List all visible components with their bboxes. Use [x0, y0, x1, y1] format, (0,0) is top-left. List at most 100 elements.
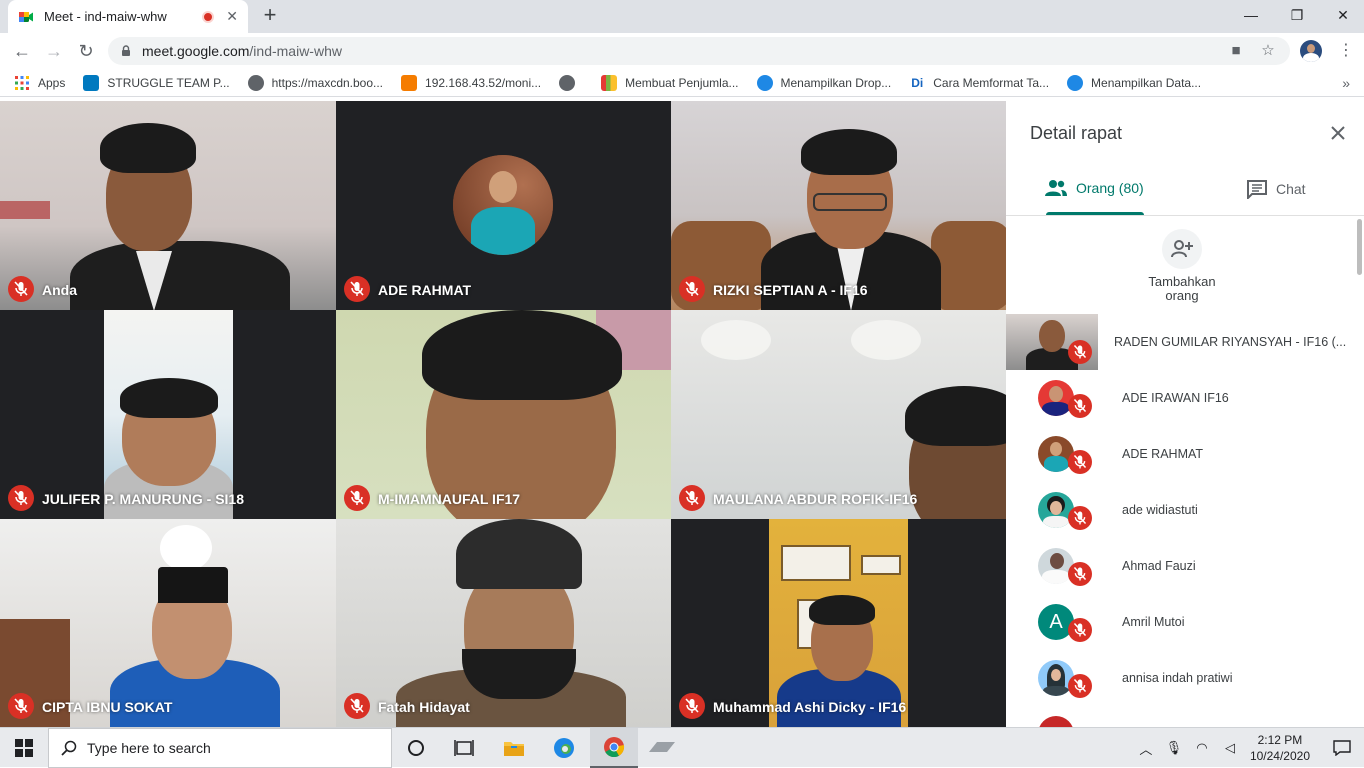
bookmark-maxcdn[interactable]: https://maxcdn.boo...	[247, 74, 383, 91]
forward-arrow-icon[interactable]: →	[42, 39, 66, 63]
microphone-icon[interactable]: 🎙	[1163, 740, 1185, 756]
participant-name: Fatah Hidayat	[378, 699, 470, 715]
avatar	[1038, 716, 1074, 727]
cortana-icon[interactable]	[392, 728, 440, 768]
edge-browser-icon[interactable]	[540, 728, 588, 768]
bookmark-globe[interactable]	[559, 74, 583, 91]
back-arrow-icon[interactable]: ←	[10, 39, 34, 63]
bookmark-penjumlahan[interactable]: Membuat Penjumla...	[601, 74, 739, 91]
notification-icon[interactable]	[1320, 740, 1364, 756]
participant-row[interactable]: ADE RAHMAT	[1006, 426, 1358, 482]
clock-date: 10/24/2020	[1249, 749, 1310, 763]
participant-name: JULIFER P. MANURUNG - SI18	[42, 491, 244, 507]
clock[interactable]: 2:12 PM 10/24/2020	[1250, 732, 1310, 764]
mic-off-icon	[1068, 450, 1092, 474]
search-icon	[61, 740, 77, 756]
tab-people[interactable]: Orang (80)	[1044, 179, 1144, 197]
bookmark-dropdown[interactable]: Menampilkan Drop...	[756, 74, 891, 91]
video-tile[interactable]: Fatah Hidayat	[336, 519, 671, 727]
bookmark-struggle-team[interactable]: STRUGGLE TEAM P...	[83, 74, 230, 91]
participant-list-name: annisa indah pratiwi	[1122, 671, 1233, 685]
mic-off-icon	[344, 276, 370, 302]
tab-close-icon[interactable]: ✕	[226, 8, 238, 25]
video-tile[interactable]: M-IMAMNAUFAL IF17	[336, 310, 671, 519]
windows-start-icon[interactable]	[0, 728, 48, 768]
meeting-details-panel: Detail rapat Orang (80) Chat Tambahkan o…	[1006, 101, 1364, 727]
site-icon	[1067, 74, 1084, 91]
wifi-icon[interactable]: ◠	[1191, 740, 1213, 756]
participant-list-name: ade widiastuti	[1122, 503, 1198, 517]
panel-scrollbar[interactable]	[1357, 219, 1362, 275]
window-close-icon[interactable]: ✕	[1320, 4, 1364, 26]
meet-favicon-icon	[19, 11, 33, 22]
video-tile[interactable]: JULIFER P. MANURUNG - SI18	[0, 310, 336, 519]
profile-avatar[interactable]	[1300, 40, 1322, 62]
site-icon	[756, 74, 773, 91]
bookmarks-overflow-icon[interactable]: »	[1342, 75, 1350, 91]
restore-icon[interactable]: ❐	[1274, 4, 1320, 26]
apps-grid-icon	[15, 75, 29, 90]
mic-off-icon	[1068, 506, 1092, 530]
clock-time: 2:12 PM	[1257, 733, 1303, 747]
bookmark-router[interactable]: 192.168.43.52/moni...	[401, 74, 541, 91]
participant-list-name: Ahmad Fauzi	[1122, 559, 1196, 573]
mic-off-icon	[344, 693, 370, 719]
chrome-icon[interactable]	[590, 728, 638, 768]
tab-divider	[1006, 215, 1364, 216]
participant-row[interactable]: RADEN GUMILAR RIYANSYAH - IF16 (...	[1006, 314, 1358, 370]
video-tile[interactable]: CIPTA IBNU SOKAT	[0, 519, 336, 727]
bookmark-apps[interactable]: Apps	[14, 75, 65, 91]
video-tile[interactable]: ADE RAHMAT	[336, 101, 671, 310]
mic-off-icon	[679, 485, 705, 511]
chevron-up-icon[interactable]: ︿	[1135, 739, 1157, 758]
url-text: meet.google.com/ind-maiw-whw	[142, 43, 342, 59]
reload-icon[interactable]: ↻	[74, 39, 98, 63]
participant-list-name: ADE RAHMAT	[1122, 447, 1204, 461]
video-tile[interactable]: Muhammad Ashi Dicky - IF16	[671, 519, 1006, 727]
video-tile[interactable]: MAULANA ABDUR ROFIK-IF16	[671, 310, 1006, 519]
app-window-icon[interactable]	[638, 728, 686, 768]
browser-tab-strip: Meet - ind-maiw-whw ✕ + — ❐ ✕	[0, 0, 1364, 33]
participant-row[interactable]: annisa indah pratiwi	[1006, 650, 1358, 706]
bookmark-star-icon[interactable]: ☆	[1258, 41, 1278, 61]
di-icon: Di	[909, 74, 926, 91]
participant-name: Anda	[42, 282, 77, 298]
participant-row[interactable]: ADE IRAWAN IF16	[1006, 370, 1358, 426]
mic-off-icon	[1068, 674, 1092, 698]
participant-name: Muhammad Ashi Dicky - IF16	[713, 699, 907, 715]
file-explorer-icon[interactable]	[490, 728, 538, 768]
address-bar[interactable]: meet.google.com/ind-maiw-whw ■ ☆	[108, 37, 1290, 65]
minimize-icon[interactable]: —	[1228, 4, 1274, 26]
volume-icon[interactable]: ◁	[1219, 740, 1241, 756]
participant-row[interactable]	[1006, 706, 1358, 727]
bookmark-data[interactable]: Menampilkan Data...	[1067, 74, 1201, 91]
participant-row[interactable]: ade widiastuti	[1006, 482, 1358, 538]
browser-menu-icon[interactable]: ⋮	[1336, 39, 1356, 63]
new-tab-button[interactable]: +	[258, 4, 282, 28]
panel-title: Detail rapat	[1030, 123, 1123, 143]
participant-list-name: ADE IRAWAN IF16	[1122, 391, 1229, 405]
participant-avatar	[453, 155, 553, 255]
task-view-icon[interactable]	[440, 728, 488, 768]
recording-indicator-icon	[202, 10, 215, 23]
participant-name: RIZKI SEPTIAN A - IF16	[713, 282, 868, 298]
bookmarks-bar: Apps STRUGGLE TEAM P... https://maxcdn.b…	[0, 69, 1364, 97]
taskbar-search-input[interactable]: Type here to search	[48, 728, 392, 768]
video-tile[interactable]: Anda	[0, 101, 336, 310]
tab-chat[interactable]: Chat	[1246, 179, 1306, 199]
video-tile[interactable]: RIZKI SEPTIAN A - IF16	[671, 101, 1006, 310]
chat-icon	[1247, 180, 1267, 199]
participant-list-name: Amril Mutoi	[1122, 615, 1185, 629]
mic-off-icon	[344, 485, 370, 511]
mic-off-icon	[8, 276, 34, 302]
bookmark-memformat[interactable]: Di Cara Memformat Ta...	[909, 74, 1049, 91]
participant-row[interactable]: A Amril Mutoi	[1006, 594, 1358, 650]
windows-taskbar: Type here to search ︿ 🎙 ◠ ◁ 2:12 PM 10/2…	[0, 727, 1364, 768]
close-icon[interactable]	[1328, 123, 1348, 143]
camera-permission-icon[interactable]: ■	[1226, 41, 1246, 61]
add-people-button[interactable]: Tambahkan orang	[1144, 229, 1220, 303]
participant-row[interactable]: Ahmad Fauzi	[1006, 538, 1358, 594]
mic-off-icon	[8, 693, 34, 719]
add-person-icon	[1171, 240, 1193, 258]
browser-tab[interactable]: Meet - ind-maiw-whw ✕	[8, 0, 248, 33]
